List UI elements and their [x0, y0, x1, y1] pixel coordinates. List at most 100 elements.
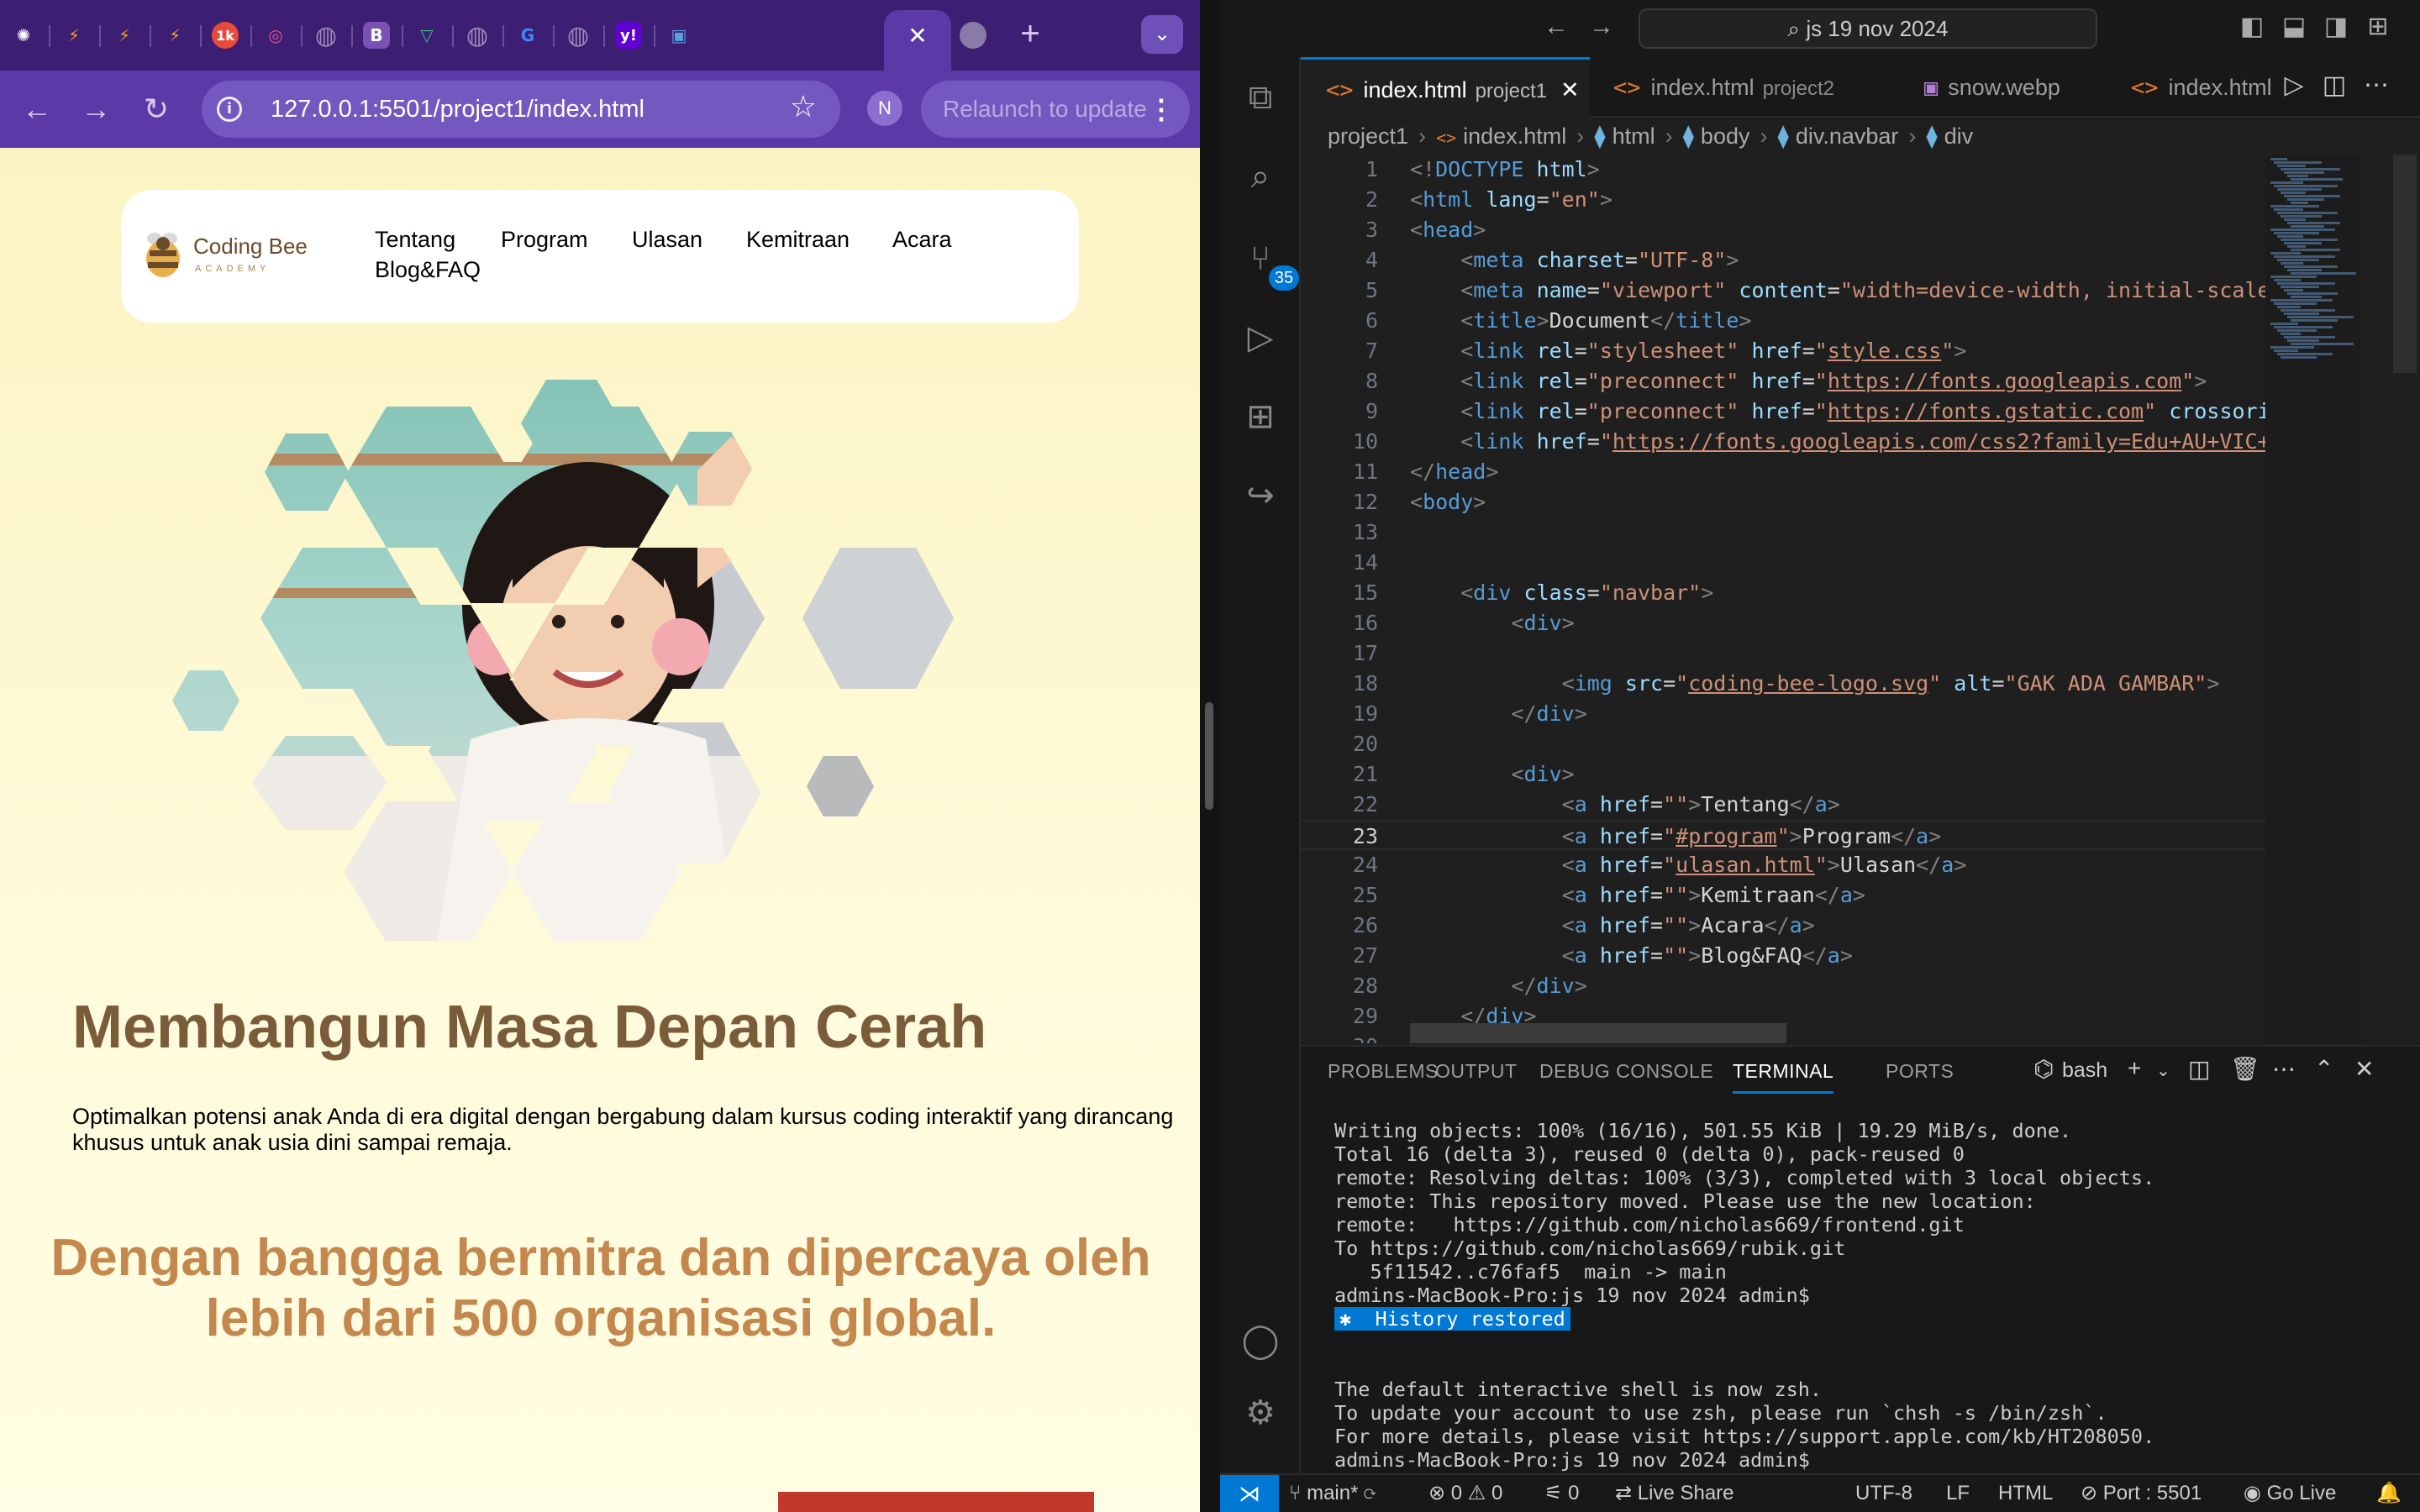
minimap[interactable]	[2265, 155, 2361, 1043]
branch-status[interactable]: ⑂ main* ⟳	[1289, 1475, 1376, 1512]
code-line[interactable]: 14	[1301, 548, 2356, 578]
code-line[interactable]: 3 <head>	[1301, 215, 2356, 245]
toggle-secondary-sidebar-icon[interactable]: ◨	[2321, 12, 2351, 42]
run-icon[interactable]: ▷	[2279, 71, 2309, 101]
breadcrumb-item[interactable]: div	[1944, 123, 1974, 149]
problems-status[interactable]: ⊗ 0 ⚠ 0	[1428, 1475, 1502, 1512]
tab-terminal[interactable]: TERMINAL	[1733, 1060, 1834, 1094]
relaunch-button[interactable]: Relaunch to update ⋮	[921, 81, 1190, 138]
code-line[interactable]: 18 <img src="coding-bee-logo.svg" alt="G…	[1301, 669, 2356, 699]
close-icon[interactable]: ✕	[1560, 77, 1580, 102]
more-actions-icon[interactable]: ⋯	[2272, 1055, 2296, 1083]
browser-tab[interactable]: ◍	[555, 15, 602, 55]
browser-tab[interactable]: ◍	[302, 15, 350, 55]
ports-status[interactable]: ⚟ 0	[1544, 1475, 1580, 1512]
account-icon[interactable]: ◯	[1237, 1317, 1284, 1364]
code-line[interactable]: 25 <a href="">Kemitraan</a>	[1301, 880, 2356, 911]
eol-status[interactable]: LF	[1946, 1475, 1970, 1512]
browser-menu-icon[interactable]: ⋮	[1148, 81, 1175, 138]
browser-tab[interactable]: ⚡	[151, 15, 198, 55]
back-arrow-icon[interactable]: ←	[1541, 12, 1571, 42]
back-button[interactable]: ←	[15, 87, 59, 131]
toggle-sidebar-icon[interactable]: ◧	[2237, 12, 2267, 42]
encoding-status[interactable]: UTF-8	[1855, 1475, 1912, 1512]
terminal-shell-name[interactable]: bash	[2062, 1058, 2107, 1083]
nav-link-ulasan[interactable]: Ulasan	[632, 227, 702, 253]
tab-output[interactable]: OUTPUT	[1435, 1060, 1518, 1083]
url-text[interactable]: 127.0.0.1:5501/project1/index.html	[271, 96, 644, 123]
code-line[interactable]: 15 <div class="navbar">	[1301, 578, 2356, 608]
tab-ports[interactable]: PORTS	[1886, 1060, 1954, 1083]
browser-tab[interactable]: ◎	[252, 15, 299, 55]
code-line[interactable]: 22 <a href="">Tentang</a>	[1301, 790, 2356, 820]
code-line[interactable]: 7 <link rel="stylesheet" href="style.css…	[1301, 336, 2356, 366]
nav-link-program[interactable]: Program	[501, 227, 588, 253]
cta-button[interactable]	[778, 1492, 1094, 1512]
trash-icon[interactable]: 🗑	[2230, 1055, 2260, 1083]
nav-link-blog-faq[interactable]: Blog&FAQ	[375, 257, 481, 283]
code-line[interactable]: 26 <a href="">Acara</a>	[1301, 911, 2356, 941]
go-live-status[interactable]: ◉ Go Live	[2244, 1475, 2336, 1512]
explorer-icon[interactable]: ⧉	[1237, 74, 1284, 121]
code-line[interactable]: 4 <meta charset="UTF-8">	[1301, 245, 2356, 276]
browser-tab[interactable]: ⚡	[50, 15, 97, 55]
toggle-panel-icon[interactable]: ⬓	[2279, 12, 2309, 42]
remote-explorer-icon[interactable]: ↪	[1237, 472, 1284, 519]
tab-index-html[interactable]: <> index.html	[2114, 57, 2282, 118]
code-line[interactable]: 8 <link rel="preconnect" href="https://f…	[1301, 366, 2356, 396]
code-line[interactable]: 13	[1301, 517, 2356, 548]
port-status[interactable]: ⊘ Port : 5501	[2081, 1475, 2202, 1512]
run-debug-icon[interactable]: ▷	[1237, 314, 1284, 361]
extensions-icon[interactable]: ⊞	[1237, 393, 1284, 440]
browser-tab[interactable]: ✺	[0, 15, 47, 55]
language-status[interactable]: HTML	[1998, 1475, 2053, 1512]
maximize-panel-icon[interactable]: ⌃	[2314, 1055, 2333, 1083]
search-icon[interactable]: ⌕	[1237, 153, 1284, 200]
new-terminal-icon[interactable]: +	[2128, 1055, 2141, 1082]
live-share-status[interactable]: ⇄ Live Share	[1615, 1475, 1734, 1512]
browser-tab[interactable]: ▣	[655, 15, 702, 55]
bookmark-star-icon[interactable]: ☆	[790, 89, 817, 124]
nav-link-acara[interactable]: Acara	[892, 227, 952, 253]
chevron-down-icon[interactable]: ⌄	[2156, 1060, 2170, 1081]
tab-index-html-project1[interactable]: <> index.html project1 ✕	[1301, 57, 1590, 118]
code-line[interactable]: 17	[1301, 638, 2356, 669]
breadcrumb-item[interactable]: project1	[1328, 123, 1408, 149]
breadcrumb-item[interactable]: div.navbar	[1796, 123, 1899, 149]
tab-debug-console[interactable]: DEBUG CONSOLE	[1539, 1060, 1713, 1083]
code-line[interactable]: 21 <div>	[1301, 759, 2356, 790]
close-panel-icon[interactable]: ✕	[2354, 1055, 2374, 1083]
more-actions-icon[interactable]: ⋯	[2361, 71, 2391, 101]
code-line[interactable]: 24 <a href="ulasan.html">Ulasan</a>	[1301, 850, 2356, 880]
code-line[interactable]: 2 <html lang="en">	[1301, 185, 2356, 215]
remote-indicator-icon[interactable]: ⋊	[1220, 1475, 1279, 1512]
source-control-icon[interactable]: ⑂ 35	[1237, 235, 1299, 291]
code-line[interactable]: 28 </div>	[1301, 971, 2356, 1001]
command-center[interactable]: ⌕ js 19 nov 2024	[1639, 8, 2097, 49]
breadcrumb-item[interactable]: index.html	[1463, 123, 1566, 149]
terminal-output[interactable]: Writing objects: 100% (16/16), 501.55 Ki…	[1334, 1119, 2410, 1472]
code-line[interactable]: 1 <!DOCTYPE html>	[1301, 155, 2356, 185]
tab-problems[interactable]: PROBLEMS	[1328, 1060, 1439, 1083]
code-line[interactable]: 5 <meta name="viewport" content="width=d…	[1301, 276, 2356, 306]
tab-search-button[interactable]: ⌄	[1141, 15, 1183, 54]
vertical-scrollbar[interactable]	[2393, 155, 2417, 373]
close-icon[interactable]: ✕	[884, 22, 951, 50]
splitter-handle[interactable]	[1205, 702, 1213, 810]
code-line[interactable]: 19 </div>	[1301, 699, 2356, 729]
globe-icon[interactable]	[960, 22, 986, 49]
code-line[interactable]: 10 <link href="https://fonts.googleapis.…	[1301, 427, 2356, 457]
new-tab-button[interactable]: +	[1012, 17, 1049, 54]
forward-button[interactable]: →	[74, 87, 118, 131]
reload-button[interactable]: ↻	[134, 87, 178, 131]
code-editor[interactable]: 1 <!DOCTYPE html> 2 <html lang="en"> 3 <head>…	[1301, 155, 2356, 1043]
code-line[interactable]: 12 <body>	[1301, 487, 2356, 517]
code-line[interactable]: 27 <a href="">Blog&FAQ</a>	[1301, 941, 2356, 971]
bell-icon[interactable]: 🔔	[2376, 1475, 2402, 1512]
breadcrumb-item[interactable]: body	[1701, 123, 1750, 149]
breadcrumb-item[interactable]: html	[1612, 123, 1655, 149]
code-line[interactable]: 23 <a href="#program">Program</a>	[1301, 820, 2356, 850]
code-line[interactable]: 16 <div>	[1301, 608, 2356, 638]
nav-link-tentang[interactable]: Tentang	[375, 227, 455, 253]
forward-arrow-icon[interactable]: →	[1586, 12, 1617, 42]
